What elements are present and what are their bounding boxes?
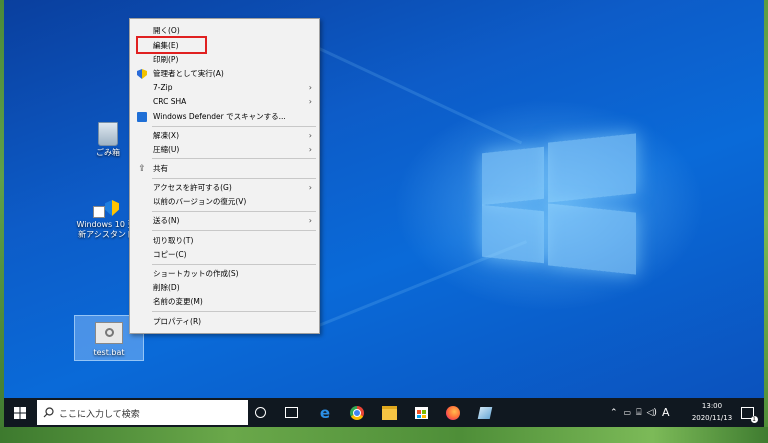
chevron-right-icon: › [308, 131, 312, 140]
taskbar-edge[interactable]: e [311, 398, 339, 427]
app-icon [477, 406, 493, 419]
search-placeholder: ここに入力して検索 [59, 410, 140, 420]
menu-item-restore-previous[interactable]: 以前のバージョンの復元(V) [130, 195, 319, 209]
menu-item-print[interactable]: 印刷(P) [130, 53, 319, 67]
menu-item-properties[interactable]: プロパティ(R) [130, 315, 319, 329]
task-view-icon [284, 407, 298, 418]
system-tray: ⌃ ▭ ⌸ ◁) A [610, 398, 669, 427]
desktop-icon-label: ごみ箱 [96, 148, 120, 157]
start-button[interactable] [6, 398, 34, 427]
chevron-right-icon: › [308, 216, 312, 225]
volume-icon[interactable]: ◁) [647, 408, 657, 418]
context-menu: 開く(O) 編集(E) 印刷(P) 管理者として実行(A) 7-Zip › CRC… [129, 18, 320, 334]
shield-icon [137, 69, 147, 79]
taskbar: ここに入力して検索 e ⌃ ▭ ⌸ ◁) A 13:00 2020/11/13 … [4, 398, 764, 427]
menu-item-share[interactable]: ⇪ 共有 [130, 162, 319, 176]
windows-update-assistant-icon [91, 200, 121, 218]
ime-indicator[interactable]: A [662, 406, 670, 419]
menu-item-delete[interactable]: 削除(D) [130, 281, 319, 295]
search-box[interactable]: ここに入力して検索 [37, 400, 248, 425]
wallpaper-edge-right [764, 0, 768, 443]
firefox-icon [446, 405, 460, 420]
cortana-button[interactable] [246, 398, 274, 427]
notification-count: 1 [750, 415, 758, 423]
menu-item-send-to[interactable]: 送る(N) › [130, 214, 319, 228]
clock[interactable]: 13:00 2020/11/13 [688, 400, 736, 424]
clock-date: 2020/11/13 [691, 414, 733, 422]
menu-item-cut[interactable]: 切り取り(T) [130, 234, 319, 248]
desktop[interactable]: ごみ箱 Windows 10 更新アシスタント test.bat [4, 0, 764, 398]
notification-center-button[interactable]: 1 [735, 398, 759, 427]
menu-separator [152, 126, 316, 127]
cortana-icon [254, 407, 266, 418]
menu-item-give-access[interactable]: アクセスを許可する(G) › [130, 181, 319, 195]
chrome-icon [350, 405, 364, 420]
menu-item-7zip[interactable]: 7-Zip › [130, 81, 319, 95]
menu-item-rename[interactable]: 名前の変更(M) [130, 295, 319, 309]
menu-item-extract[interactable]: 解凍(X) › [130, 129, 319, 143]
defender-icon [137, 112, 147, 122]
menu-item-defender-scan[interactable]: Windows Defender でスキャンする... [130, 110, 319, 124]
highlight-box-edit [136, 36, 207, 54]
desktop-icon-label: test.bat [93, 348, 125, 357]
desktop-icon-recycle-bin[interactable]: ごみ箱 [86, 122, 130, 158]
chevron-up-icon[interactable]: ⌃ [610, 408, 618, 418]
chevron-right-icon: › [308, 145, 312, 154]
taskbar-app[interactable] [471, 398, 499, 427]
taskbar-firefox[interactable] [439, 398, 467, 427]
chevron-right-icon: › [308, 83, 312, 92]
task-view-button[interactable] [277, 398, 305, 427]
clock-time: 13:00 [701, 402, 723, 410]
network-icon[interactable]: ⌸ [636, 408, 641, 418]
menu-separator [152, 158, 316, 159]
taskbar-chrome[interactable] [343, 398, 371, 427]
chevron-right-icon: › [308, 183, 312, 192]
menu-item-copy[interactable]: コピー(C) [130, 248, 319, 262]
menu-item-crc-sha[interactable]: CRC SHA › [130, 95, 319, 109]
menu-item-compress[interactable]: 圧縮(U) › [130, 143, 319, 157]
menu-item-create-shortcut[interactable]: ショートカットの作成(S) [130, 267, 319, 281]
chevron-right-icon: › [308, 97, 312, 106]
batch-file-icon [95, 322, 123, 344]
menu-separator [152, 211, 316, 212]
menu-item-run-as-admin[interactable]: 管理者として実行(A) [130, 67, 319, 81]
notification-icon: 1 [740, 406, 758, 423]
recycle-bin-icon [98, 122, 118, 146]
windows-start-icon [14, 406, 26, 419]
taskbar-file-explorer[interactable] [375, 398, 403, 427]
taskbar-store[interactable] [407, 398, 435, 427]
share-icon: ⇪ [138, 164, 146, 174]
battery-icon[interactable]: ▭ [624, 408, 632, 417]
menu-separator [152, 311, 316, 312]
windows-logo-wallpaper [482, 133, 636, 275]
edge-icon: e [319, 403, 331, 422]
file-explorer-icon [381, 405, 397, 420]
menu-separator [152, 178, 316, 179]
wallpaper-edge-bottom [0, 427, 768, 443]
menu-separator [152, 264, 316, 265]
screen: ごみ箱 Windows 10 更新アシスタント test.bat 開く(O) 編… [0, 0, 768, 443]
search-icon [43, 407, 54, 418]
store-icon [414, 406, 428, 419]
menu-separator [152, 230, 316, 231]
